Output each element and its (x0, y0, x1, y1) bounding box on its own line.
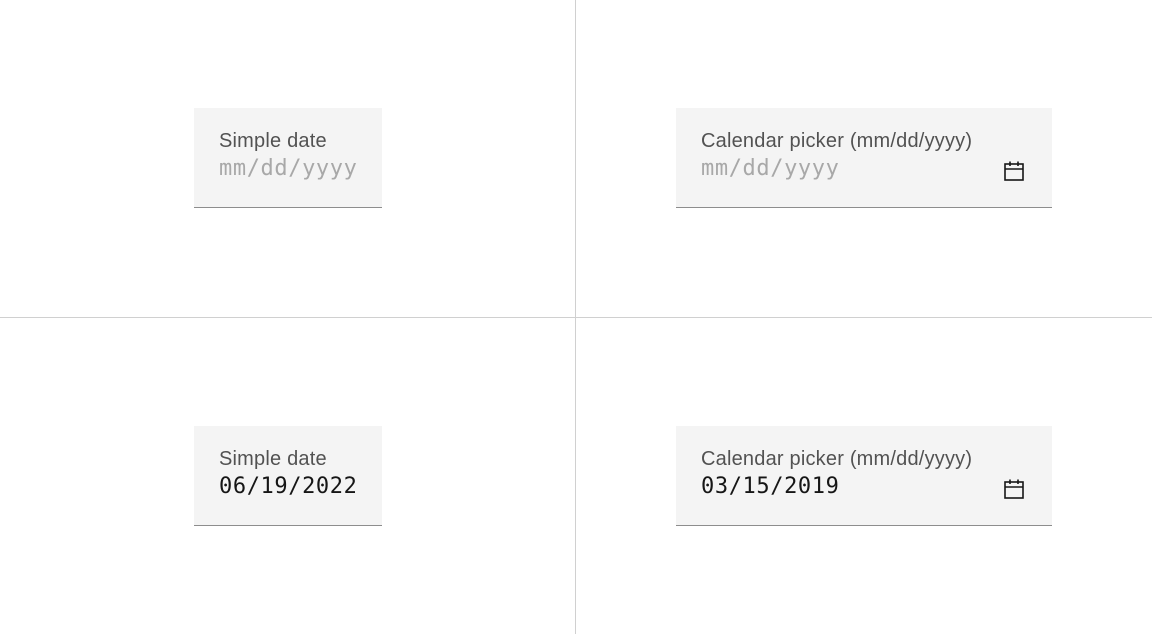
simple-date-label: Simple date (219, 130, 327, 152)
horizontal-divider (0, 317, 1152, 318)
date-picker-showcase: Simple date mm/dd/yyyy Calendar picker (… (0, 0, 1152, 634)
calendar-icon[interactable] (1003, 160, 1025, 182)
simple-date-input-filled[interactable]: Simple date 06/19/2022 (194, 426, 382, 526)
calendar-picker-input-empty[interactable]: Calendar picker (mm/dd/yyyy) mm/dd/yyyy (676, 108, 1052, 208)
simple-date-value[interactable]: 06/19/2022 (219, 474, 357, 499)
calendar-icon[interactable] (1003, 478, 1025, 500)
calendar-picker-label: Calendar picker (mm/dd/yyyy) (701, 130, 973, 152)
calendar-picker-placeholder[interactable]: mm/dd/yyyy (701, 156, 839, 181)
calendar-picker-value[interactable]: 03/15/2019 (701, 474, 839, 499)
simple-date-placeholder[interactable]: mm/dd/yyyy (219, 156, 357, 181)
simple-date-label: Simple date (219, 448, 327, 470)
calendar-picker-input-filled[interactable]: Calendar picker (mm/dd/yyyy) 03/15/2019 (676, 426, 1052, 526)
simple-date-input-empty[interactable]: Simple date mm/dd/yyyy (194, 108, 382, 208)
calendar-picker-label: Calendar picker (mm/dd/yyyy) (701, 448, 973, 470)
